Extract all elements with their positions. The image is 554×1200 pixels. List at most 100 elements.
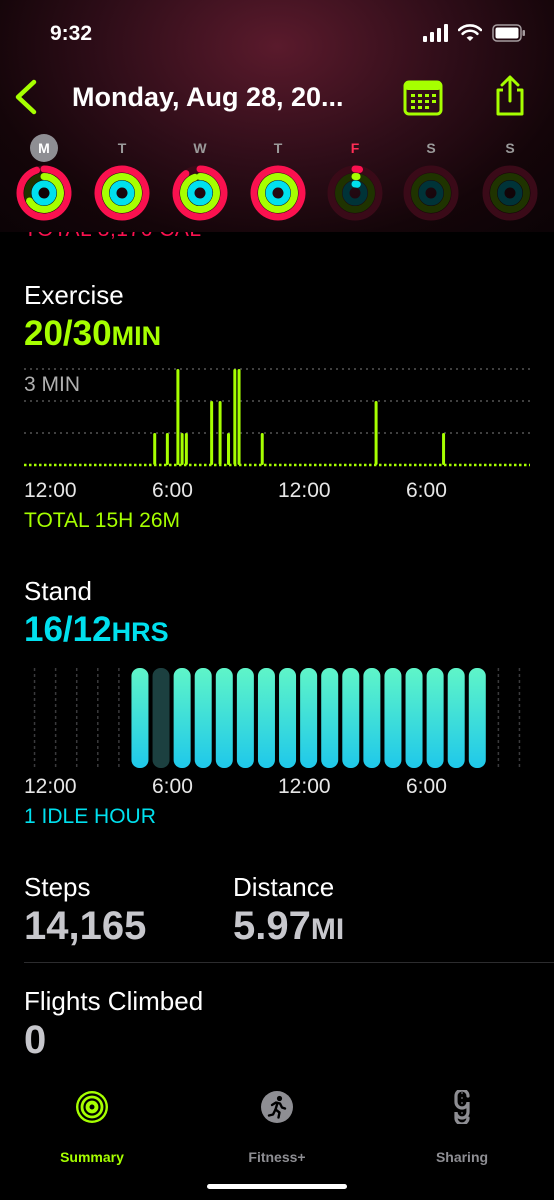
stand-bar-idle: [152, 668, 170, 768]
back-button[interactable]: [10, 76, 42, 118]
stand-bar: [279, 668, 297, 768]
stand-ring-progress: [187, 180, 213, 206]
flights-title: Flights Climbed: [24, 986, 204, 1016]
stand-axis-label: 12:00: [278, 775, 331, 798]
day-item[interactable]: T: [248, 130, 308, 230]
distance-value: 5.97MI: [233, 904, 344, 949]
exercise-bar: [176, 369, 180, 465]
exercise-bar: [374, 401, 378, 465]
stand-bar: [257, 668, 275, 768]
exercise-total: TOTAL 15H 26M: [24, 509, 181, 532]
day-item[interactable]: S: [401, 130, 461, 230]
stand-title: Stand: [24, 576, 92, 606]
day-letter: S: [480, 134, 540, 162]
exercise-bar: [165, 433, 169, 465]
tab-sharing[interactable]: Sharing: [397, 1090, 527, 1165]
exercise-bar: [227, 433, 231, 465]
day-letter-text: S: [505, 140, 515, 156]
navigation-bar: Monday, Aug 28, 20...: [0, 70, 554, 126]
stand-bar: [468, 668, 486, 768]
day-letter: S: [401, 134, 461, 162]
stand-chart: [33, 668, 521, 768]
running-person-icon: [261, 1091, 293, 1123]
stand-bar: [173, 668, 191, 768]
steps-value: 14,165: [24, 904, 147, 948]
day-item[interactable]: W: [170, 130, 230, 230]
day-letter-text: W: [193, 140, 207, 156]
stand-value-number: 16/12: [24, 610, 112, 649]
day-letter-text: M: [30, 134, 58, 162]
flights-value: 0: [24, 1018, 47, 1062]
page-title: Monday, Aug 28, 20...: [72, 82, 344, 112]
activity-ring: [172, 165, 228, 221]
stand-bar: [131, 668, 149, 768]
day-letter-text: T: [273, 140, 283, 156]
day-item[interactable]: M: [14, 130, 74, 230]
exercise-bar: [260, 433, 264, 465]
stand-bar: [236, 668, 254, 768]
exercise-bar: [442, 433, 446, 465]
stand-bar: [363, 668, 381, 768]
stand-idle-hours: 1 IDLE HOUR: [24, 805, 156, 828]
tab-summary[interactable]: Summary: [27, 1090, 157, 1165]
day-item[interactable]: F: [325, 130, 385, 230]
calendar-icon: [403, 80, 443, 116]
exercise-bar: [153, 433, 157, 465]
day-letter-text: S: [426, 140, 436, 156]
stand-ring-progress: [31, 180, 57, 206]
exercise-value: 20/30MIN: [24, 314, 161, 354]
status-bar: 9:32: [0, 0, 554, 70]
distance-value-number: 5.97: [233, 904, 311, 948]
activity-ring: [403, 165, 459, 221]
stand-axis-label: 6:00: [406, 775, 447, 798]
stand-ring-track: [418, 180, 444, 206]
exercise-axis-label: 6:00: [406, 479, 447, 502]
distance-title: Distance: [233, 872, 335, 902]
status-icons: [422, 24, 526, 42]
day-letter: T: [248, 134, 308, 162]
calendar-button[interactable]: [402, 76, 444, 118]
stand-bar: [194, 668, 212, 768]
exercise-chart: [24, 368, 530, 467]
activity-ring: [482, 165, 538, 221]
exercise-axis-label: 6:00: [152, 479, 193, 502]
day-letter-text: F: [350, 140, 360, 156]
exercise-bar: [184, 433, 188, 465]
stand-bar: [426, 668, 444, 768]
divider: [24, 962, 554, 963]
stand-ring-track: [497, 180, 523, 206]
exercise-axis-label: 12:00: [24, 479, 77, 502]
cellular-signal-icon: [423, 24, 448, 42]
week-selector: MTWTFSS: [0, 130, 554, 230]
activity-rings-icon: [76, 1091, 108, 1123]
stand-bar: [321, 668, 339, 768]
wifi-icon: [458, 24, 482, 41]
day-letter: M: [14, 134, 74, 162]
exercise-value-number: 20/30: [24, 314, 112, 353]
exercise-bar: [218, 401, 222, 465]
exercise-bar: [180, 433, 184, 465]
stand-bar: [447, 668, 465, 768]
tab-label: Fitness+: [248, 1149, 306, 1165]
activity-ring: [94, 165, 150, 221]
distance-value-unit: MI: [310, 913, 345, 946]
stand-bar: [384, 668, 402, 768]
stand-bar: [405, 668, 423, 768]
stand-axis-label: 12:00: [24, 775, 77, 798]
exercise-bar: [233, 369, 237, 465]
chevron-left-icon: [15, 79, 37, 115]
tab-label: Sharing: [435, 1149, 489, 1165]
tab-fitness-plus[interactable]: Fitness+: [212, 1090, 342, 1165]
exercise-axis-label: 12:00: [278, 479, 331, 502]
day-letter: F: [325, 134, 385, 162]
stand-ring-progress: [109, 180, 135, 206]
day-letter: T: [92, 134, 152, 162]
battery-icon: [492, 24, 525, 42]
share-button[interactable]: [490, 74, 530, 118]
day-item[interactable]: T: [92, 130, 152, 230]
tab-label: Summary: [60, 1149, 124, 1165]
exercise-value-unit: MIN: [111, 321, 162, 351]
activity-ring: [16, 165, 72, 221]
day-item[interactable]: S: [480, 130, 540, 230]
exercise-title: Exercise: [24, 280, 124, 310]
